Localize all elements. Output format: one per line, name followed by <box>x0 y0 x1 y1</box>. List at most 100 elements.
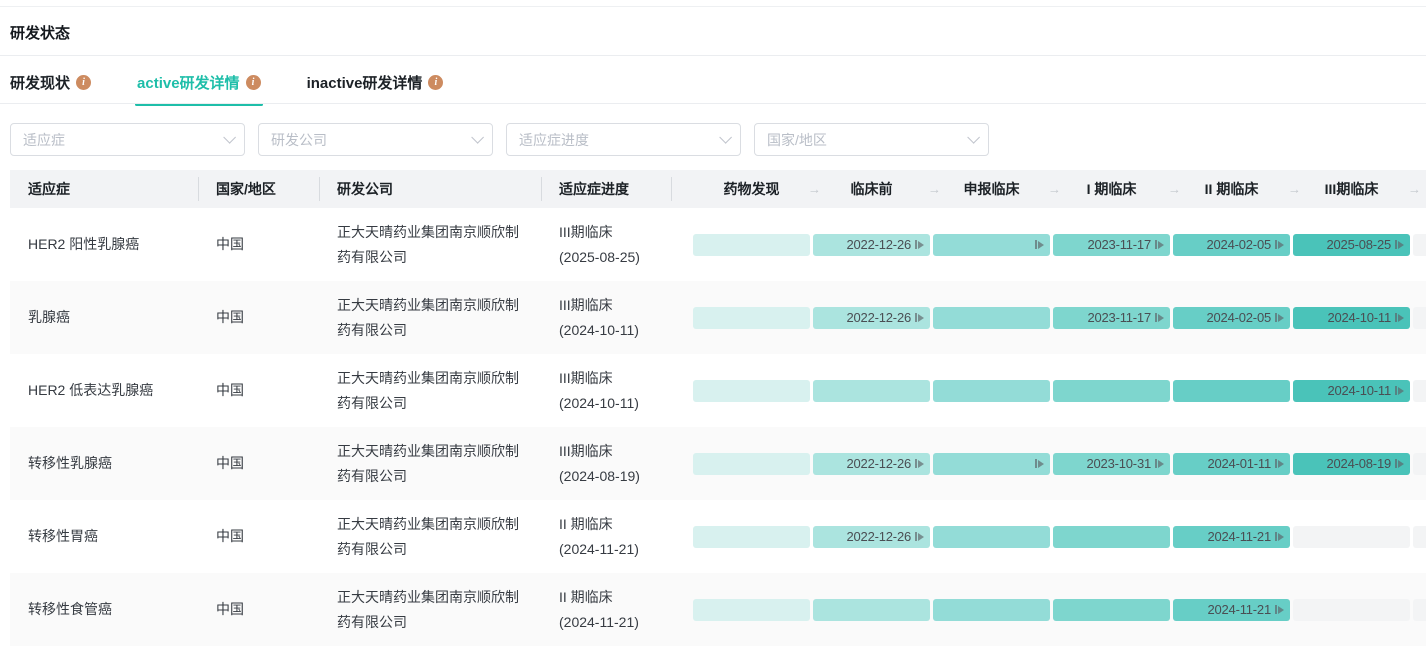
phase-date: 2024-02-05 <box>1207 310 1272 325</box>
phase-bar[interactable]: 2024-11-21 <box>1173 599 1290 621</box>
phase-bar[interactable]: 2024-10-11 <box>1293 380 1410 402</box>
phase-bar[interactable]: 2023-11-17 <box>1053 234 1170 256</box>
tab-label: 研发现状 <box>10 72 70 93</box>
table-row: HER2 低表达乳腺癌中国正大天晴药业集团南京顺欣制药有限公司III期临床(20… <box>10 354 1426 427</box>
indication-cell: HER2 低表达乳腺癌 <box>10 378 198 403</box>
table-row: 转移性食管癌中国正大天晴药业集团南京顺欣制药有限公司II 期临床(2024-11… <box>10 573 1426 646</box>
phase-bars: 2022-12-26 2023-10-31 2024-01-11 2024-08-19 <box>671 453 1426 475</box>
region-cell: 中国 <box>198 597 319 622</box>
step-forward-icon <box>1275 532 1284 541</box>
progress-date: (2024-10-11) <box>559 391 671 416</box>
col-header: 适应症 <box>10 170 198 208</box>
phase-bar[interactable]: 2024-02-05 <box>1173 234 1290 256</box>
filter-select-4[interactable]: 国家/地区 <box>754 123 989 156</box>
phase-bar <box>813 599 930 621</box>
company-cell: 正大天晴药业集团南京顺欣制药有限公司 <box>319 512 541 562</box>
phase-bar-next-partial <box>1413 307 1426 329</box>
filter-select-2[interactable]: 研发公司 <box>258 123 493 156</box>
progress-phase: II 期临床 <box>559 512 671 537</box>
progress-date: (2024-11-21) <box>559 610 671 635</box>
phase-bar[interactable]: 2023-10-31 <box>1053 453 1170 475</box>
chevron-down-icon <box>719 131 732 144</box>
progress-phase: II 期临床 <box>559 585 671 610</box>
phase-bar-next-partial <box>1413 234 1426 256</box>
phase-date: 2023-11-17 <box>1087 310 1151 325</box>
step-forward-icon <box>1155 459 1164 468</box>
phase-bar <box>1053 526 1170 548</box>
phase-date: 2024-10-11 <box>1327 383 1391 398</box>
phase-bar <box>693 307 810 329</box>
phase-bar <box>1173 380 1290 402</box>
phase-col-label: 药物发现 <box>724 181 780 197</box>
phase-bar <box>1053 380 1170 402</box>
filter-select-3[interactable]: 适应症进度 <box>506 123 741 156</box>
phase-bars: 2022-12-26 2023-11-17 2024-02-05 2025-08-25 <box>671 234 1426 256</box>
phase-bar-next-partial <box>1413 380 1426 402</box>
step-forward-icon <box>1395 313 1404 322</box>
phase-header-group: 药物发现→临床前→申报临床→I 期临床→II 期临床→III期临床→ <box>671 170 1426 208</box>
progress-cell: II 期临床(2024-11-21) <box>541 512 671 562</box>
indication-cell: 转移性乳腺癌 <box>10 451 198 476</box>
phase-arrow-icon: → <box>1408 182 1421 197</box>
phase-date: 2024-01-11 <box>1207 456 1271 471</box>
phase-bar[interactable]: 2024-10-11 <box>1293 307 1410 329</box>
phase-bar[interactable]: 2022-12-26 <box>813 526 930 548</box>
step-forward-icon <box>915 459 924 468</box>
step-forward-icon <box>1395 386 1404 395</box>
phase-bar[interactable]: 2025-08-25 <box>1293 234 1410 256</box>
step-forward-icon <box>1395 459 1404 468</box>
table-header: 适应症国家/地区研发公司适应症进度药物发现→临床前→申报临床→I 期临床→II … <box>10 170 1426 208</box>
table-row: 乳腺癌中国正大天晴药业集团南京顺欣制药有限公司III期临床(2024-10-11… <box>10 281 1426 354</box>
phase-bar[interactable]: 2024-11-21 <box>1173 526 1290 548</box>
phase-bar <box>693 599 810 621</box>
phase-bar[interactable]: 2024-01-11 <box>1173 453 1290 475</box>
phase-bars: 2022-12-26 2024-11-21 <box>671 526 1426 548</box>
col-header: 研发公司 <box>319 170 541 208</box>
progress-cell: III期临床(2024-10-11) <box>541 366 671 416</box>
indication-cell: 乳腺癌 <box>10 305 198 330</box>
tab-inactive-detail[interactable]: inactive研发详情i <box>307 66 444 103</box>
tab-active-detail[interactable]: active研发详情i <box>137 66 261 103</box>
phase-date: 2022-12-26 <box>847 310 912 325</box>
phase-bar <box>933 526 1050 548</box>
step-forward-icon <box>1275 240 1284 249</box>
company-cell: 正大天晴药业集团南京顺欣制药有限公司 <box>319 220 541 270</box>
info-icon[interactable]: i <box>428 75 443 90</box>
phase-date: 2024-02-05 <box>1207 237 1272 252</box>
col-header: 适应症进度 <box>541 170 671 208</box>
phase-col-header: III期临床→ <box>1293 179 1410 199</box>
region-cell: 中国 <box>198 451 319 476</box>
chevron-down-icon <box>967 131 980 144</box>
col-header: 国家/地区 <box>198 170 319 208</box>
table-body: HER2 阳性乳腺癌中国正大天晴药业集团南京顺欣制药有限公司III期临床(202… <box>10 208 1426 646</box>
info-icon[interactable]: i <box>246 75 261 90</box>
phase-bar[interactable]: 2024-02-05 <box>1173 307 1290 329</box>
phase-col-header: II 期临床→ <box>1173 179 1290 199</box>
tab-dev-status[interactable]: 研发现状 i <box>10 66 91 103</box>
filter-placeholder: 适应症进度 <box>519 130 589 150</box>
phase-col-label: II 期临床 <box>1205 181 1259 197</box>
region-cell: 中国 <box>198 378 319 403</box>
phase-bar[interactable]: 2022-12-26 <box>813 453 930 475</box>
step-forward-icon <box>1155 240 1164 249</box>
phase-bar[interactable] <box>933 453 1050 475</box>
filter-select-1[interactable]: 适应症 <box>10 123 245 156</box>
phase-date: 2022-12-26 <box>847 529 912 544</box>
divider <box>0 103 1426 104</box>
info-icon[interactable]: i <box>76 75 91 90</box>
progress-phase: III期临床 <box>559 293 671 318</box>
divider <box>0 55 1426 56</box>
phase-bar-next-partial <box>1413 599 1426 621</box>
table-row: HER2 阳性乳腺癌中国正大天晴药业集团南京顺欣制药有限公司III期临床(202… <box>10 208 1426 281</box>
phase-bar[interactable] <box>933 234 1050 256</box>
phase-bars-cell: 2022-12-26 2023-11-17 2024-02-05 2024-10-11 <box>671 307 1426 329</box>
phase-col-label: III期临床 <box>1325 181 1379 197</box>
phase-bar[interactable]: 2022-12-26 <box>813 234 930 256</box>
filter-placeholder: 研发公司 <box>271 130 327 150</box>
phase-bar[interactable]: 2023-11-17 <box>1053 307 1170 329</box>
phase-bars-cell: 2022-12-26 2024-11-21 <box>671 526 1426 548</box>
step-forward-icon <box>1275 313 1284 322</box>
phase-bar[interactable]: 2022-12-26 <box>813 307 930 329</box>
phase-bar <box>933 380 1050 402</box>
phase-bar[interactable]: 2024-08-19 <box>1293 453 1410 475</box>
